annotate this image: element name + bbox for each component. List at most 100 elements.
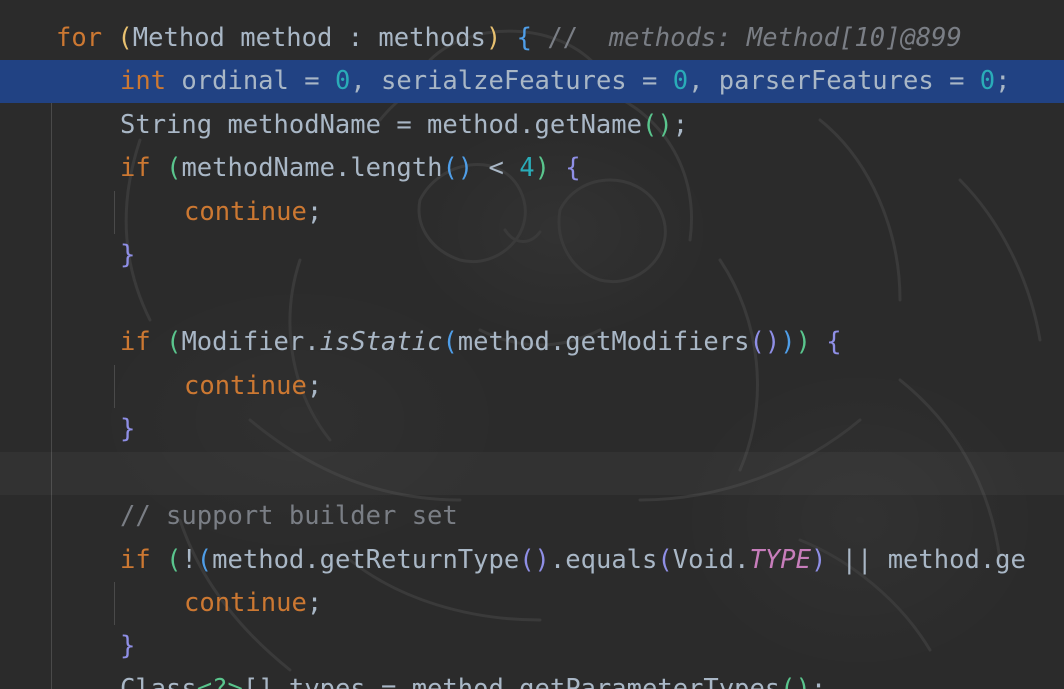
code-token: Void. [672,545,750,575]
line-code: for (Method method : methods) { // metho… [56,17,962,60]
code-token: ; [672,110,689,140]
code-token: int [120,66,167,96]
code-token: ! [181,545,197,575]
code-token: ) [780,327,796,357]
code-token: .equals [549,545,658,575]
code-token: method.getModifiers [457,327,750,357]
code-token: Modifier. [181,327,320,357]
line-code: String methodName = method.getName(); [120,104,688,147]
code-token: method.getReturnType [212,545,520,575]
code-token: continue [184,371,307,401]
line-code: continue; [184,582,322,625]
line-code: continue; [184,191,322,234]
code-line[interactable]: continue; [0,191,1064,234]
code-token: ) [810,545,827,575]
code-token: () [780,674,811,689]
line-code: } [120,408,135,451]
code-token: if [120,153,151,183]
code-line[interactable]: continue; [0,365,1064,408]
code-token: [] types = method.getParameterTypes [242,674,781,689]
code-token: ; [995,66,1011,96]
code-token: { [565,153,581,183]
code-line[interactable]: if (!(method.getReturnType().equals(Void… [0,539,1064,582]
code-token: () [641,110,673,140]
code-line-for-loop[interactable]: for (Method method : methods) { // metho… [0,17,1064,60]
code-token: () [749,327,781,357]
code-line-selected[interactable]: int ordinal = 0, serialzeFeatures = 0, p… [0,60,1064,103]
code-token: , serialzeFeatures = [350,66,673,96]
code-token: continue [184,197,307,227]
code-line[interactable]: if (Modifier.isStatic(method.getModifier… [0,321,1064,364]
code-token: ( [196,545,213,575]
code-line[interactable]: if (methodName.length() < 4) { [0,147,1064,190]
code-token: 0 [672,66,689,96]
code-token: methods: Method[10]@899 [608,23,962,53]
code-line-comment[interactable]: // support builder set [0,495,1064,538]
code-token: } [120,240,136,270]
code-line[interactable]: } [0,234,1064,277]
code-token: { [516,23,532,53]
code-token: if [120,545,151,575]
code-token: ( [442,327,458,357]
code-token: Class [120,674,197,689]
code-line-current[interactable] [0,452,1064,495]
code-token: ( [166,545,182,575]
code-token: ; [810,674,827,689]
line-code: } [120,234,135,277]
code-token: ) [534,153,550,183]
line-code: if (!(method.getReturnType().equals(Void… [120,539,1026,582]
line-code: int ordinal = 0, serialzeFeatures = 0, p… [120,60,1011,103]
code-token: ; [306,371,323,401]
code-token: () [442,153,474,183]
code-token: 0 [334,66,351,96]
code-token: String methodName = method.getName [120,110,642,140]
line-code: Class<?>[] types = method.getParameterTy… [120,668,826,689]
code-token: 0 [979,66,996,96]
line-code: continue; [184,365,322,408]
code-editor[interactable]: for (Method method : methods) { // metho… [0,0,1064,689]
code-token: ( [166,153,182,183]
code-token: } [120,414,136,444]
code-token: || method.ge [826,545,1026,575]
code-token: ) [485,23,502,53]
code-token: ; [306,588,323,618]
line-code: if (methodName.length() < 4) { [120,147,581,190]
code-token: { [826,327,842,357]
line-code: } [120,625,135,668]
line-code: // support builder set [120,495,458,538]
code-line[interactable]: } [0,408,1064,451]
code-line-partial[interactable]: Class<?>[] types = method.getParameterTy… [0,668,1064,689]
code-token: 4 [519,153,535,183]
code-token: ; [306,197,323,227]
code-token: ) [795,327,811,357]
code-token: methodName.length [181,153,443,183]
code-token: // support builder set [120,501,458,531]
code-token: , parserFeatures = [688,66,980,96]
code-line[interactable]: String methodName = method.getName(); [0,104,1064,147]
code-token: ( [657,545,673,575]
code-token: isStatic [319,327,443,357]
code-token: < [473,153,520,183]
code-line[interactable]: continue; [0,582,1064,625]
line-code: if (Modifier.isStatic(method.getModifier… [120,321,842,364]
code-token: if [120,327,151,357]
code-token: for [56,23,103,53]
code-token: Method method : methods [132,23,486,53]
code-line[interactable]: } [0,625,1064,668]
code-token: <?> [196,674,243,689]
code-line-empty[interactable] [0,278,1064,321]
code-token: () [519,545,550,575]
code-token: ( [166,327,182,357]
code-token: ( [117,23,133,53]
code-token: TYPE [749,545,811,575]
code-token: ordinal = [166,66,335,96]
code-token: continue [184,588,307,618]
code-token: // [531,23,609,53]
